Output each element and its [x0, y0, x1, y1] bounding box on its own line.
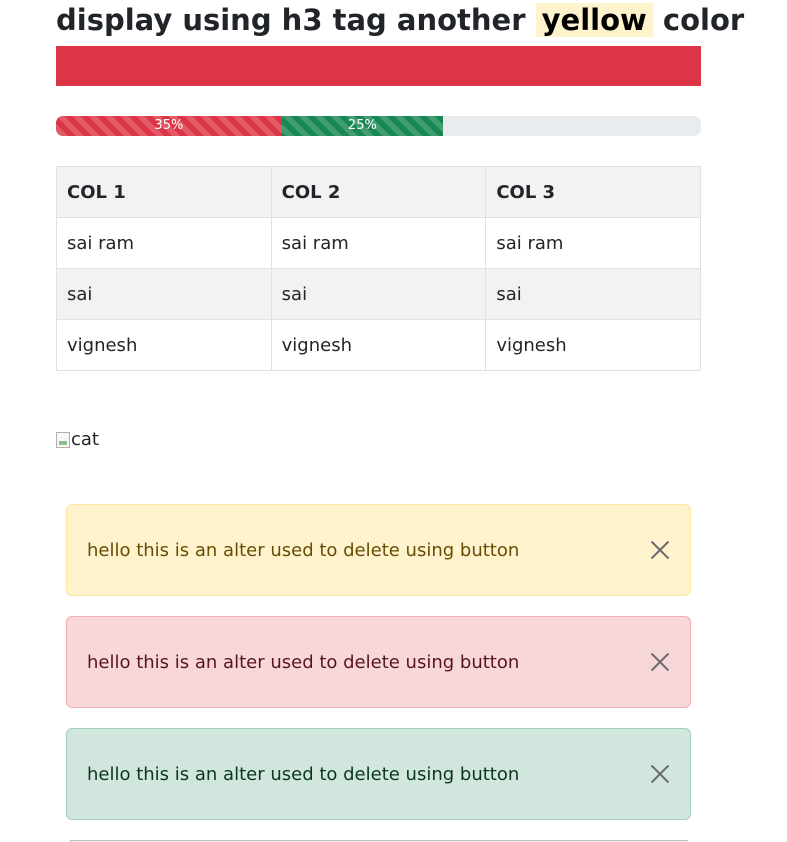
- close-button[interactable]: [640, 642, 680, 682]
- page-heading: display using h3 tag another yellow colo…: [56, 0, 744, 40]
- alert-message: hello this is an alter used to delete us…: [87, 539, 520, 561]
- table-cell: sai: [485, 268, 701, 320]
- image-alt-text: cat: [71, 429, 99, 450]
- alert-danger: hello this is an alter used to delete us…: [66, 616, 691, 708]
- close-button[interactable]: [640, 754, 680, 794]
- progress-bar: 35% 25%: [56, 116, 701, 136]
- column-header: COL 2: [270, 166, 487, 218]
- alert-message: hello this is an alter used to delete us…: [87, 763, 520, 785]
- table-cell: sai ram: [485, 217, 701, 269]
- column-header: COL 1: [56, 166, 272, 218]
- red-banner: [56, 46, 701, 86]
- heading-highlight: yellow: [535, 3, 653, 37]
- table-cell: vignesh: [270, 319, 487, 371]
- table-header-row: COL 1 COL 2 COL 3: [56, 166, 701, 218]
- table-row: vignesh vignesh vignesh: [56, 319, 701, 371]
- cat-image: cat: [56, 428, 99, 452]
- column-header: COL 3: [485, 166, 701, 218]
- heading-text: display using h3 tag another: [56, 3, 526, 37]
- broken-image-icon: [56, 432, 70, 448]
- table-cell: vignesh: [485, 319, 701, 371]
- close-button[interactable]: [640, 530, 680, 570]
- table-cell: sai ram: [56, 217, 272, 269]
- progress-segment-green: 25%: [281, 116, 443, 136]
- table-cell: sai ram: [270, 217, 487, 269]
- table-cell: sai: [270, 268, 487, 320]
- progress-segment-red: 35%: [56, 116, 282, 136]
- alert-success: hello this is an alter used to delete us…: [66, 728, 691, 820]
- alert-message: hello this is an alter used to delete us…: [87, 651, 520, 673]
- table-row: sai sai sai: [56, 268, 701, 320]
- table-row: sai ram sai ram sai ram: [56, 217, 701, 269]
- table-cell: vignesh: [56, 319, 272, 371]
- heading-text-end: color: [662, 3, 745, 37]
- table-cell: sai: [56, 268, 272, 320]
- alert-warning: hello this is an alter used to delete us…: [66, 504, 691, 596]
- data-table: COL 1 COL 2 COL 3 sai ram sai ram sai ra…: [56, 166, 701, 371]
